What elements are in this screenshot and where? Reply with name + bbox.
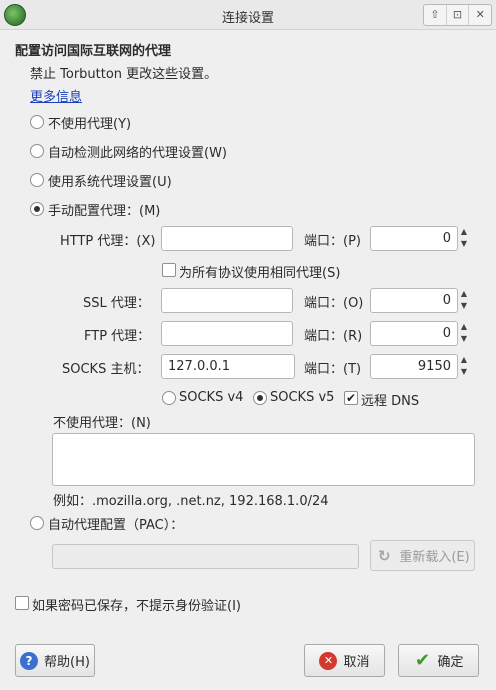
- spin-down-icon[interactable]: ▼: [458, 238, 470, 250]
- spin-down-icon[interactable]: ▼: [458, 333, 470, 345]
- no-proxy-textarea[interactable]: [52, 433, 475, 486]
- reload-pac-button[interactable]: ↻ 重新载入(E): [370, 540, 475, 571]
- radio-socks-v4[interactable]: [162, 391, 176, 405]
- ftp-port-input[interactable]: 0: [370, 321, 458, 346]
- no-proxy-example: 例如：.mozilla.org, .net.nz, 192.168.1.0/24: [53, 494, 329, 509]
- http-port-label: 端口：(P): [304, 234, 361, 249]
- spin-up-icon[interactable]: ▲: [458, 226, 470, 238]
- no-auth-prompt-label: 如果密码已保存，不提示身份验证(I): [32, 599, 241, 614]
- ssl-proxy-label: SSL 代理：: [83, 296, 150, 311]
- spin-up-icon[interactable]: ▲: [458, 354, 470, 366]
- reload-pac-label: 重新载入(E): [399, 550, 470, 565]
- socks-v4-label: SOCKS v4: [179, 390, 244, 405]
- ok-icon: ✔: [414, 649, 431, 671]
- section-title: 配置访问国际互联网的代理: [15, 44, 172, 59]
- remote-dns-checkbox[interactable]: ✔: [344, 391, 358, 405]
- ftp-port-stepper[interactable]: ▲ ▼: [458, 321, 470, 346]
- spin-up-icon[interactable]: ▲: [458, 288, 470, 300]
- pac-url-input[interactable]: [52, 544, 359, 569]
- socks-host-input[interactable]: 127.0.0.1: [161, 354, 295, 379]
- spin-up-icon[interactable]: ▲: [458, 321, 470, 333]
- cancel-label: 取消: [343, 655, 370, 670]
- auto-detect-label: 自动检测此网络的代理设置(W): [48, 146, 227, 161]
- lock-note: 禁止 Torbutton 更改这些设置。: [30, 67, 218, 82]
- spin-down-icon[interactable]: ▼: [458, 300, 470, 312]
- ssl-port-label: 端口：(O): [304, 296, 364, 311]
- ssl-port-stepper[interactable]: ▲ ▼: [458, 288, 470, 313]
- cancel-icon: ✕: [319, 651, 338, 670]
- ftp-host-input[interactable]: [161, 321, 293, 346]
- ftp-port-label: 端口：(R): [304, 329, 363, 344]
- socks-port-input[interactable]: 9150: [370, 354, 458, 379]
- help-label: 帮助(H): [44, 655, 90, 670]
- no-proxy-label: 不使用代理(Y): [48, 117, 132, 132]
- help-button[interactable]: ? 帮助(H): [15, 644, 95, 677]
- manual-proxy-label: 手动配置代理：(M): [48, 204, 161, 219]
- same-proxy-checkbox[interactable]: [162, 263, 176, 277]
- http-host-input[interactable]: [161, 226, 293, 251]
- close-window-icon[interactable]: ✕: [469, 5, 491, 25]
- socks-host-label: SOCKS 主机：: [62, 362, 150, 377]
- ok-label: 确定: [437, 655, 464, 670]
- socks-port-stepper[interactable]: ▲ ▼: [458, 354, 470, 379]
- same-proxy-label: 为所有协议使用相同代理(S): [179, 266, 341, 281]
- system-proxy-label: 使用系统代理设置(U): [48, 175, 172, 190]
- no-auth-prompt-checkbox[interactable]: [15, 596, 29, 610]
- shade-window-icon[interactable]: ⇧: [424, 5, 447, 25]
- radio-no-proxy[interactable]: [30, 115, 44, 129]
- no-proxy-for-label: 不使用代理：(N): [53, 416, 151, 431]
- cancel-button[interactable]: ✕ 取消: [304, 644, 385, 677]
- pac-label: 自动代理配置（PAC）：: [48, 518, 184, 533]
- ssl-port-input[interactable]: 0: [370, 288, 458, 313]
- more-info-link[interactable]: 更多信息: [30, 86, 82, 105]
- http-port-stepper[interactable]: ▲ ▼: [458, 226, 470, 251]
- radio-manual-proxy[interactable]: [30, 202, 44, 216]
- remote-dns-label: 远程 DNS: [361, 394, 420, 409]
- radio-socks-v5[interactable]: [253, 391, 267, 405]
- radio-auto-detect[interactable]: [30, 144, 44, 158]
- http-port-input[interactable]: 0: [370, 226, 458, 251]
- http-proxy-label: HTTP 代理：(X): [60, 234, 156, 249]
- window-title: 连接设置: [221, 11, 274, 26]
- socks-v5-label: SOCKS v5: [270, 390, 335, 405]
- ftp-proxy-label: FTP 代理：: [84, 329, 151, 344]
- radio-system-proxy[interactable]: [30, 173, 44, 187]
- ok-button[interactable]: ✔ 确定: [398, 644, 479, 677]
- help-icon: ?: [20, 651, 39, 670]
- ssl-host-input[interactable]: [161, 288, 293, 313]
- socks-port-label: 端口：(T): [304, 362, 362, 377]
- spin-down-icon[interactable]: ▼: [458, 366, 470, 378]
- reload-icon: ↻: [378, 546, 391, 565]
- title-bar: 连接设置 ⇧ ⊡ ✕: [0, 0, 496, 30]
- radio-pac[interactable]: [30, 516, 44, 530]
- window-controls: ⇧ ⊡ ✕: [423, 4, 492, 26]
- maximize-window-icon[interactable]: ⊡: [447, 5, 470, 25]
